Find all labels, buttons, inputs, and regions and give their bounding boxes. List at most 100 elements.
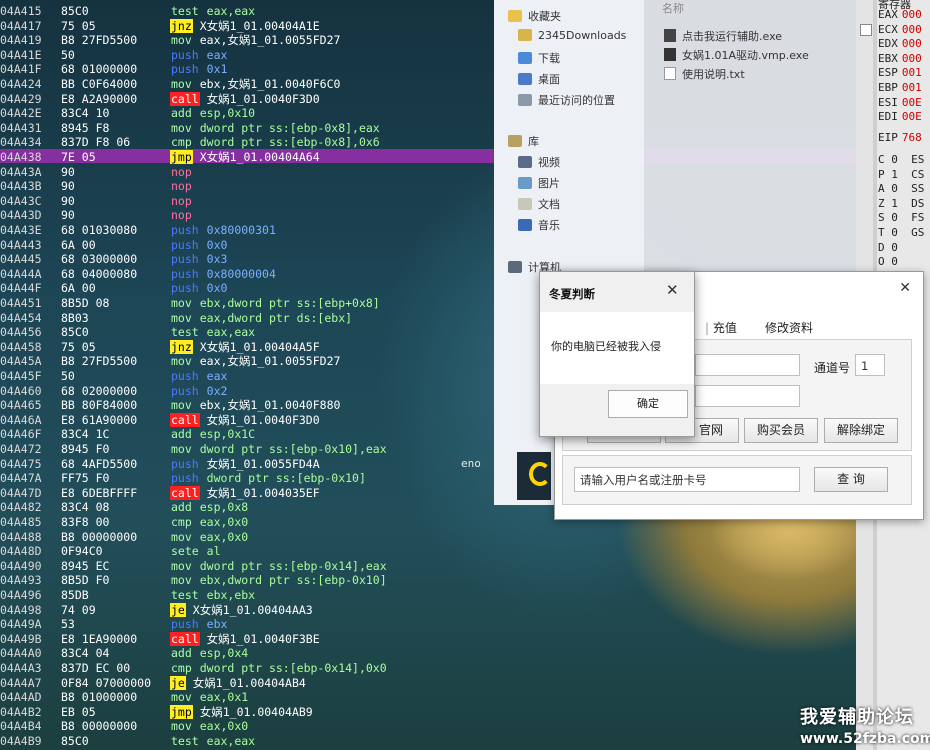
disasm-row[interactable]: 04A41F 68 01000000 push 0x1 [0, 62, 470, 77]
sidebar-item-pictures[interactable]: 图片 [518, 175, 560, 191]
sidebar-item-documents[interactable]: 文档 [518, 196, 560, 212]
disasm-row[interactable]: 04A42E 83C4 10 add esp,0x10 [0, 106, 470, 121]
disasm-row[interactable]: 04A46A E8 61A90000 call 女娲1_01.0040F3D0 [0, 412, 470, 428]
disasm-row[interactable]: 04A4B9 85C0 test eax,eax [0, 734, 470, 749]
disasm-row[interactable]: 04A4AD B8 01000000 mov eax,0x1 [0, 690, 470, 705]
register-row[interactable]: EBX 000 [878, 52, 922, 66]
disasm-row[interactable]: 04A4B4 B8 00000000 mov eax,0x0 [0, 719, 470, 734]
sidebar-item-recent[interactable]: 最近访问的位置 [518, 92, 615, 108]
sidebar-item-music[interactable]: 音乐 [518, 217, 560, 233]
disasm-row[interactable]: 04A434 837D F8 06 cmp dword ptr ss:[ebp-0x… [0, 135, 470, 150]
disasm-row[interactable]: 04A49B E8 1EA90000 call 女娲1_01.0040F3BE [0, 631, 470, 647]
tab-edit-profile[interactable]: 修改资料 [765, 319, 813, 336]
close-icon[interactable]: ✕ [666, 281, 679, 299]
disasm-row[interactable]: 04A415 85C0 test eax,eax [0, 4, 470, 19]
channel-field[interactable]: 1 [855, 354, 885, 376]
disasm-row[interactable]: 04A493 8B5D F0 mov ebx,dword ptr ss:[ebp-0… [0, 573, 470, 588]
query-input[interactable]: 请输入用户名或注册卡号 [574, 467, 800, 492]
register-row[interactable]: EDX 000 [878, 37, 922, 51]
disasm-row[interactable]: 04A445 68 03000000 push 0x3 [0, 252, 470, 267]
register-row[interactable]: EBP 001 [878, 81, 922, 95]
flag-row[interactable]: O 0 [878, 255, 898, 268]
query-button[interactable]: 查 询 [814, 467, 888, 492]
disasm-row[interactable]: 04A460 68 02000000 push 0x2 [0, 384, 470, 399]
sidebar-item-desktop[interactable]: 桌面 [518, 71, 560, 87]
disasm-row[interactable]: 04A419 B8 27FD5500 mov eax,女娲1_01.0055FD27 [0, 33, 470, 48]
disasm-row[interactable]: 04A429 E8 A2A90000 call 女娲1_01.0040F3D0 [0, 91, 470, 107]
tab-recharge[interactable]: | 充值 [705, 319, 737, 336]
register-row[interactable]: ESI 00E [878, 96, 922, 110]
exe-icon [664, 29, 676, 42]
disasm-row[interactable]: 04A465 BB 80F84000 mov ebx,女娲1_01.0040F880 [0, 398, 470, 413]
disasm-row[interactable]: 04A45A B8 27FD5500 mov eax,女娲1_01.0055FD27 [0, 354, 470, 369]
disasm-row[interactable]: 04A424 BB C0F64000 mov ebx,女娲1_01.0040F6C0 [0, 77, 470, 92]
disasm-row[interactable]: 04A443 6A 00 push 0x0 [0, 238, 470, 253]
message-dialog[interactable]: 冬夏判断 ✕ 你的电脑已经被我入侵 确定 [539, 271, 695, 437]
disasm-row[interactable]: 04A43D 90 nop [0, 208, 470, 223]
restore-button[interactable] [860, 24, 872, 36]
disasm-row[interactable]: 04A4A0 83C4 04 add esp,0x4 [0, 646, 470, 661]
disasm-row[interactable]: 04A456 85C0 test eax,eax [0, 325, 470, 340]
disasm-row[interactable]: 04A458 75 05 jnz X女娲1_01.00404A5F [0, 339, 470, 355]
disasm-row[interactable]: 04A4A3 837D EC 00 cmp dword ptr ss:[ebp-0x… [0, 661, 470, 676]
disasm-row[interactable]: 04A47A FF75 F0 push dword ptr ss:[ebp-0x10… [0, 471, 470, 486]
username-field[interactable] [695, 354, 800, 376]
ok-button[interactable]: 确定 [608, 390, 688, 418]
flag-row[interactable]: P 1 CS [878, 168, 924, 181]
disasm-row[interactable]: 04A44A 68 04000080 push 0x80000004 [0, 267, 470, 282]
column-header-name[interactable]: 名称 [662, 0, 684, 16]
file-item-readme[interactable]: 使用说明.txt [664, 66, 745, 82]
flag-row[interactable]: T 0 GS [878, 226, 924, 239]
disasm-row[interactable]: 04A43E 68 01030080 push 0x80000301 [0, 223, 470, 238]
register-row[interactable]: ECX 000 [878, 23, 922, 37]
sidebar-item-videos[interactable]: 视频 [518, 154, 560, 170]
file-item-run-helper[interactable]: 点击我运行辅助.exe [664, 28, 782, 44]
disasm-row[interactable]: 04A43C 90 nop [0, 194, 470, 209]
disasm-row[interactable]: 04A41E 50 push eax [0, 48, 470, 63]
disasm-row[interactable]: 04A490 8945 EC mov dword ptr ss:[ebp-0x14]… [0, 559, 470, 574]
disasm-row[interactable]: 04A48D 0F94C0 sete al [0, 544, 470, 559]
register-name: EAX [878, 8, 898, 21]
disasm-row[interactable]: 04A488 B8 00000000 mov eax,0x0 [0, 530, 470, 545]
sidebar-library[interactable]: 库 [508, 133, 539, 149]
disasm-row[interactable]: 04A43B 90 nop [0, 179, 470, 194]
flag-row[interactable]: A 0 SS [878, 182, 924, 195]
register-row[interactable]: EDI 00E [878, 110, 922, 124]
disasm-row[interactable]: 04A498 74 09 je X女娲1_01.00404AA3 [0, 602, 470, 618]
operands: ebx,dword ptr ss:[ebp+0x8] [199, 296, 380, 310]
disasm-row[interactable]: 04A451 8B5D 08 mov ebx,dword ptr ss:[ebp+0… [0, 296, 470, 311]
sidebar-item-downloads[interactable]: 下载 [518, 50, 560, 66]
buy-membership-button[interactable]: 购买会员 [744, 418, 818, 443]
disasm-row[interactable]: 04A454 8B03 mov eax,dword ptr ds:[ebx] [0, 311, 470, 326]
disassembly-pane[interactable]: 04A415 85C0 test eax,eax 04A417 75 05 jnz X女娲… [0, 0, 470, 750]
flag-row[interactable]: C 0 ES [878, 153, 924, 166]
disasm-row[interactable]: 04A4A7 0F84 07000000 je 女娲1_01.00404AB4 [0, 675, 470, 691]
sidebar-item-downloads-2345[interactable]: 2345Downloads [518, 29, 626, 42]
flag-row[interactable]: S 0 FS [878, 211, 924, 224]
flag-row[interactable]: D 0 [878, 241, 898, 254]
disasm-row[interactable]: 04A485 83F8 00 cmp eax,0x0 [0, 515, 470, 530]
password-field[interactable] [695, 385, 800, 407]
disasm-row[interactable]: 04A417 75 05 jnz X女娲1_01.00404A1E [0, 18, 470, 34]
disasm-row[interactable]: 04A475 68 4AFD5500 push 女娲1_01.0055FD4A [0, 457, 470, 472]
disasm-row[interactable]: 04A438 7E 05 jmp X女娲1_01.00404A64 [0, 150, 470, 165]
flag-row[interactable]: Z 1 DS [878, 197, 924, 210]
disasm-row[interactable]: 04A4B2 EB 05 jmp 女娲1_01.00404AB9 [0, 704, 470, 720]
file-item-driver[interactable]: 女娲1.01A驱动.vmp.exe [664, 47, 809, 63]
register-eip[interactable]: EIP 768 [878, 131, 922, 145]
close-icon[interactable]: ✕ [899, 280, 911, 296]
disasm-row[interactable]: 04A431 8945 F8 mov dword ptr ss:[ebp-0x8],… [0, 121, 470, 136]
disasm-row[interactable]: 04A46F 83C4 1C add esp,0x1C [0, 427, 470, 442]
disasm-row[interactable]: 04A43A 90 nop [0, 165, 470, 180]
disasm-row[interactable]: 04A45F 50 push eax [0, 369, 470, 384]
disasm-row[interactable]: 04A47D E8 6DEBFFFF call 女娲1_01.004035EF [0, 485, 470, 501]
disasm-row[interactable]: 04A496 85DB test ebx,ebx [0, 588, 470, 603]
disasm-row[interactable]: 04A482 83C4 08 add esp,0x8 [0, 500, 470, 515]
register-row[interactable]: ESP 001 [878, 66, 922, 80]
register-row[interactable]: EAX 000 [878, 8, 922, 22]
disasm-row[interactable]: 04A472 8945 F0 mov dword ptr ss:[ebp-0x10]… [0, 442, 470, 457]
sidebar-favorites[interactable]: 收藏夹 [508, 8, 561, 24]
disasm-row[interactable]: 04A49A 53 push ebx [0, 617, 470, 632]
unbind-button[interactable]: 解除绑定 [824, 418, 898, 443]
disasm-row[interactable]: 04A44F 6A 00 push 0x0 [0, 281, 470, 296]
